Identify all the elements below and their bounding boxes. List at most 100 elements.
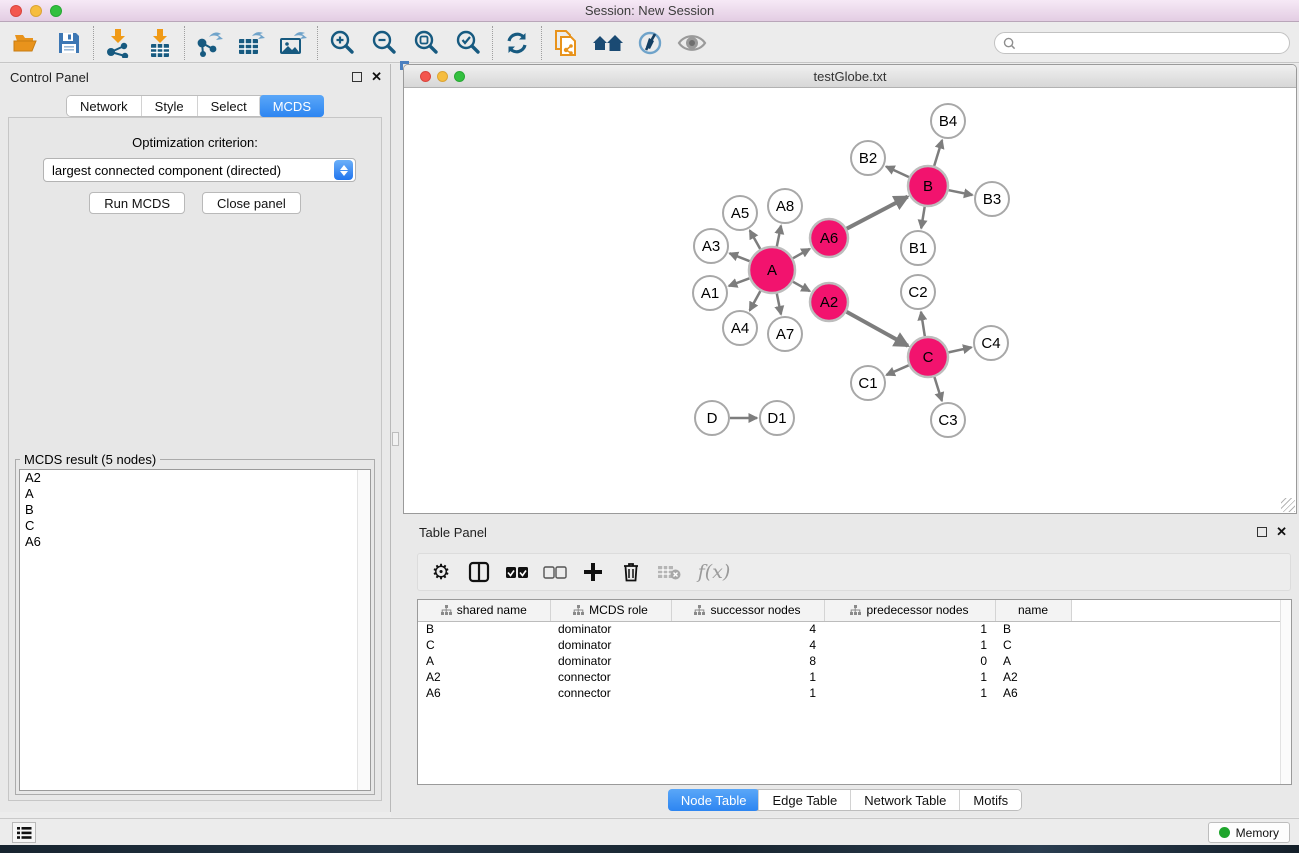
tab-network-table[interactable]: Network Table (850, 790, 959, 810)
graph-edge[interactable] (886, 167, 909, 178)
zoom-in-button[interactable] (321, 26, 363, 60)
column-header[interactable]: predecessor nodes (824, 600, 995, 621)
graph-node-C4[interactable]: C4 (974, 326, 1008, 360)
column-header[interactable]: MCDS role (550, 600, 671, 621)
graph-edge[interactable] (949, 347, 972, 352)
graph-node-B4[interactable]: B4 (931, 104, 965, 138)
table-row[interactable]: Cdominator41C (418, 637, 1291, 653)
mcds-result-item[interactable]: B (20, 502, 370, 518)
mcds-result-item[interactable]: A6 (20, 534, 370, 550)
float-panel-icon[interactable] (352, 72, 362, 82)
zoom-selected-button[interactable] (447, 26, 489, 60)
graph-edge[interactable] (921, 207, 925, 229)
table-scrollbar-track[interactable] (1280, 600, 1291, 784)
save-session-button[interactable] (48, 26, 90, 60)
tab-select[interactable]: Select (197, 96, 260, 116)
import-table-button[interactable] (139, 26, 181, 60)
search-input[interactable] (1021, 36, 1281, 50)
search-field[interactable] (994, 32, 1290, 54)
mcds-result-list[interactable]: A2ABCA6 (19, 469, 371, 791)
graph-node-B[interactable]: B (908, 166, 948, 206)
graph-edge[interactable] (886, 365, 908, 375)
graph-node-A1[interactable]: A1 (693, 276, 727, 310)
graph-edge[interactable] (777, 226, 781, 247)
zoom-fit-button[interactable] (405, 26, 447, 60)
graph-node-A4[interactable]: A4 (723, 311, 757, 345)
graph-node-A6[interactable]: A6 (810, 219, 848, 257)
graph-edge[interactable] (777, 294, 781, 315)
tab-node-table[interactable]: Node Table (668, 789, 760, 811)
graph-edge[interactable] (750, 230, 761, 249)
import-network-button[interactable] (97, 26, 139, 60)
graph-node-D[interactable]: D (695, 401, 729, 435)
run-mcds-button[interactable]: Run MCDS (89, 192, 185, 214)
table-row[interactable]: Bdominator41B (418, 621, 1291, 637)
network-canvas[interactable]: B4B2BB3A8A5A6A3B1AC2A1A2A4A7C4CC1DD1C3 (404, 88, 1296, 513)
graph-edge[interactable] (934, 377, 942, 401)
graph-edge[interactable] (730, 253, 750, 261)
graph-edge[interactable] (847, 197, 908, 229)
graph-node-A8[interactable]: A8 (768, 189, 802, 223)
graph-node-B1[interactable]: B1 (901, 231, 935, 265)
graph-edge[interactable] (921, 312, 925, 336)
column-header[interactable]: successor nodes (671, 600, 824, 621)
optimization-criterion-dropdown[interactable]: largest connected component (directed) (43, 158, 356, 182)
graph-node-A[interactable]: A (749, 247, 795, 293)
task-history-button[interactable] (12, 822, 36, 843)
float-panel-icon[interactable] (1257, 527, 1267, 537)
network-graph[interactable]: B4B2BB3A8A5A6A3B1AC2A1A2A4A7C4CC1DD1C3 (404, 88, 1296, 513)
export-table-button[interactable] (230, 26, 272, 60)
graph-node-C2[interactable]: C2 (901, 275, 935, 309)
column-header[interactable]: name (995, 600, 1071, 621)
tab-motifs[interactable]: Motifs (959, 790, 1021, 810)
column-selector-button[interactable] (464, 557, 494, 587)
graph-node-D1[interactable]: D1 (760, 401, 794, 435)
graph-edge[interactable] (793, 249, 810, 258)
graph-node-C1[interactable]: C1 (851, 366, 885, 400)
delete-column-button[interactable] (616, 557, 646, 587)
splitter-handle[interactable] (392, 432, 399, 446)
open-file-button[interactable] (6, 26, 48, 60)
graph-edge[interactable] (793, 282, 810, 292)
window-resize-grip[interactable] (1281, 498, 1295, 512)
tab-network[interactable]: Network (67, 96, 141, 116)
graph-edge[interactable] (847, 312, 908, 346)
network-window-titlebar[interactable]: testGlobe.txt (404, 65, 1296, 88)
graph-edge[interactable] (750, 291, 761, 311)
home-button[interactable] (587, 26, 629, 60)
export-network-button[interactable] (188, 26, 230, 60)
export-image-button[interactable] (272, 26, 314, 60)
deselect-all-button[interactable] (540, 557, 570, 587)
function-builder-button[interactable]: f(x) (692, 557, 736, 587)
table-row[interactable]: Adominator80A (418, 653, 1291, 669)
show-graphics-button[interactable] (671, 26, 713, 60)
graph-node-B3[interactable]: B3 (975, 182, 1009, 216)
select-all-button[interactable] (502, 557, 532, 587)
zoom-out-button[interactable] (363, 26, 405, 60)
memory-button[interactable]: Memory (1208, 822, 1290, 843)
hide-graphics-button[interactable] (629, 26, 671, 60)
delete-table-button[interactable] (654, 557, 684, 587)
tab-style[interactable]: Style (141, 96, 197, 116)
copy-network-button[interactable] (545, 26, 587, 60)
graph-node-A2[interactable]: A2 (810, 283, 848, 321)
mcds-result-item[interactable]: A (20, 486, 370, 502)
mcds-result-item[interactable]: C (20, 518, 370, 534)
mcds-result-item[interactable]: A2 (20, 470, 370, 486)
tab-edge-table[interactable]: Edge Table (758, 790, 850, 810)
graph-edge[interactable] (934, 140, 942, 166)
close-panel-button[interactable]: Close panel (202, 192, 301, 214)
column-header[interactable]: shared name (418, 600, 550, 621)
close-panel-icon[interactable]: ✕ (371, 69, 382, 85)
graph-edge[interactable] (949, 190, 973, 195)
graph-node-C[interactable]: C (908, 337, 948, 377)
graph-node-B2[interactable]: B2 (851, 141, 885, 175)
graph-node-A3[interactable]: A3 (694, 229, 728, 263)
graph-edge[interactable] (729, 278, 750, 286)
table-row[interactable]: A6connector11A6 (418, 685, 1291, 701)
tab-mcds[interactable]: MCDS (259, 95, 324, 117)
graph-node-A7[interactable]: A7 (768, 317, 802, 351)
table-row[interactable]: A2connector11A2 (418, 669, 1291, 685)
add-column-button[interactable] (578, 557, 608, 587)
table-settings-button[interactable]: ⚙ (426, 557, 456, 587)
